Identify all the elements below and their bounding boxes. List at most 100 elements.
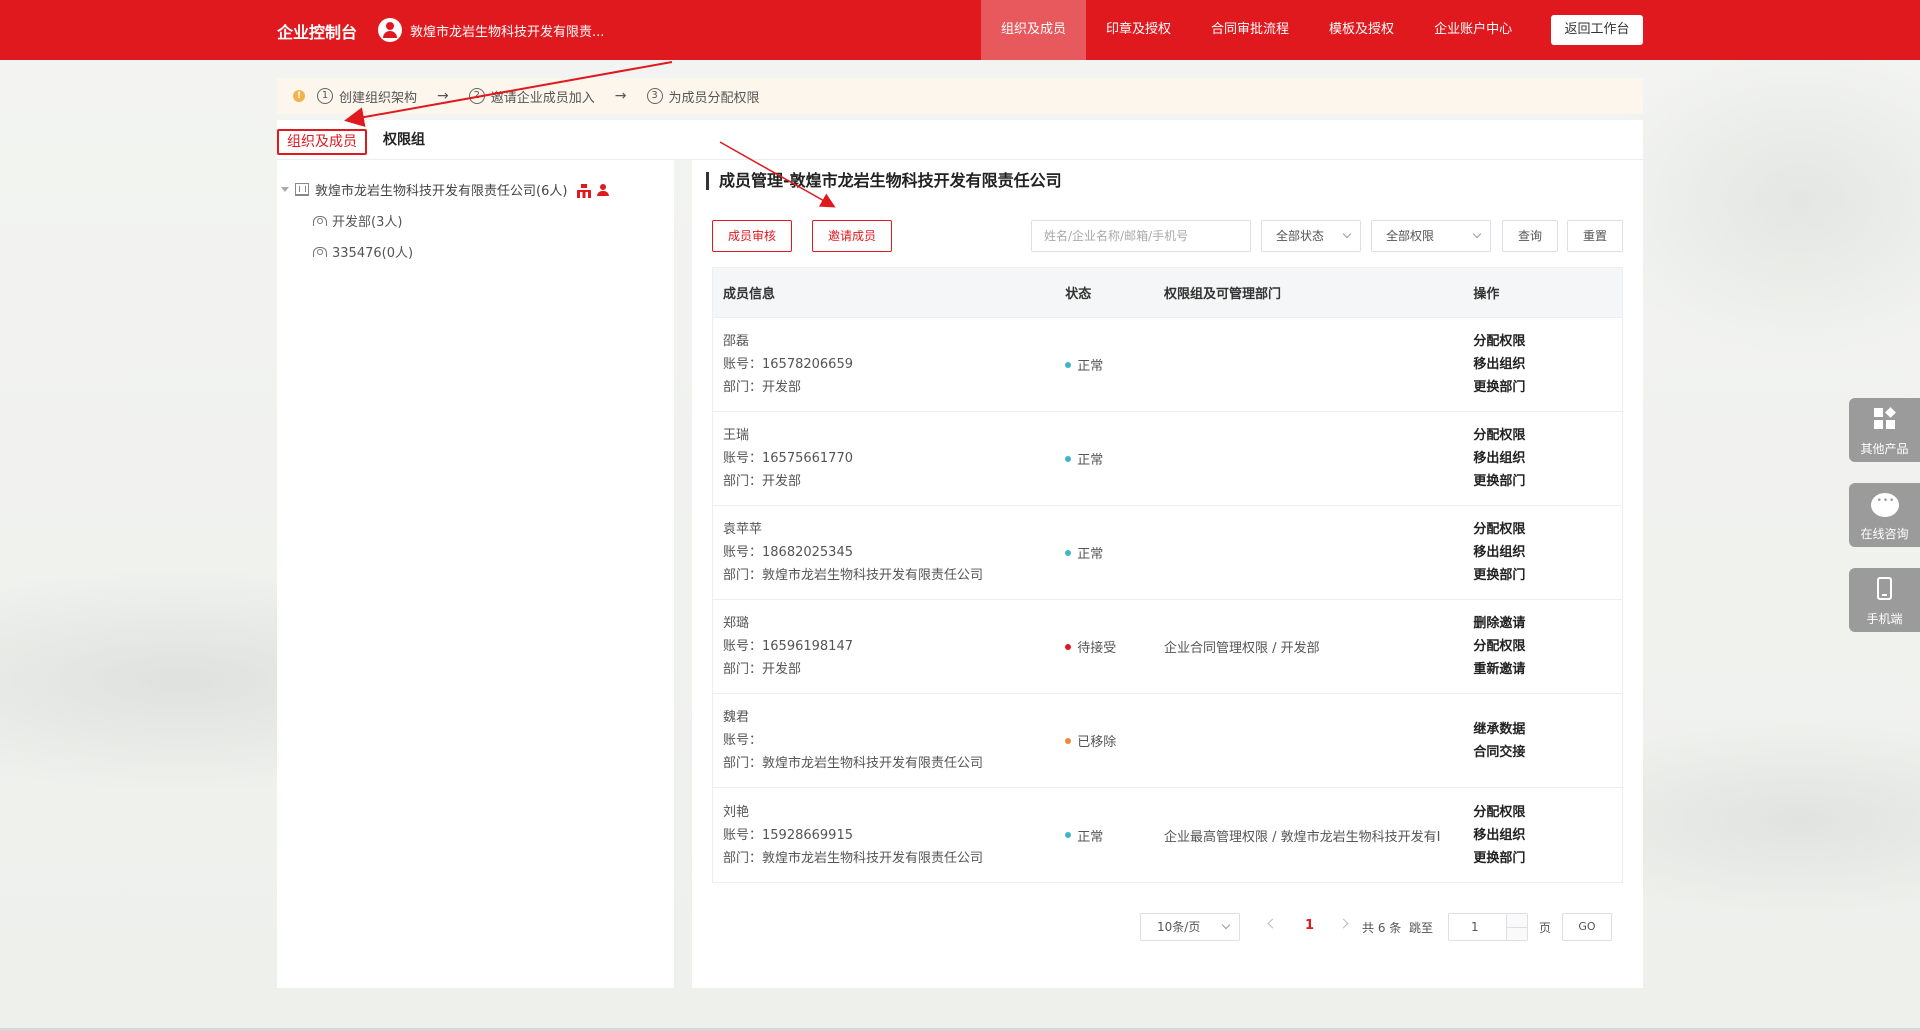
member-audit-button[interactable]: 成员审核 — [712, 220, 793, 252]
next-page-icon[interactable] — [1338, 918, 1349, 929]
page-title: 成员管理-敦煌市龙岩生物科技开发有限责任公司 — [706, 172, 1062, 190]
step-label: 邀请企业成员加入 — [490, 90, 595, 106]
building-icon — [295, 183, 309, 196]
status-text: 已移除 — [1077, 735, 1117, 750]
table-row: 刘艳 账号： 15928669915 部门： 敦煌市龙岩生物科技开发有限责任公司 正常 企业… — [713, 788, 1622, 882]
nav-org-members[interactable]: 组织及成员 — [981, 0, 1087, 60]
chevron-down-icon — [1221, 920, 1231, 930]
step-label: 创建组织架构 — [339, 90, 418, 106]
member-name: 刘艳 — [723, 804, 750, 820]
page-number-current[interactable]: 1 — [1305, 918, 1314, 933]
table-body: 邵磊 账号： 16578206659 部门： 开发部 正常 分配权限 移出组织 更换部门 王瑞 账号… — [713, 318, 1622, 882]
tree-node-dept[interactable]: 335476(0人) — [311, 242, 413, 261]
spin-down-icon[interactable] — [1506, 927, 1527, 940]
row-action-link[interactable]: 移出组织 — [1473, 824, 1622, 847]
status-text: 待接受 — [1077, 641, 1117, 656]
row-action-link[interactable]: 分配权限 — [1473, 635, 1622, 658]
row-action-link[interactable]: 分配权限 — [1473, 518, 1622, 541]
account-label: 账号： — [723, 733, 763, 748]
query-button[interactable]: 查询 — [1502, 220, 1558, 252]
column-header: 状态 — [1065, 287, 1092, 302]
row-action-link[interactable]: 更换部门 — [1473, 564, 1622, 587]
status-select-value: 全部状态 — [1276, 229, 1325, 243]
tree-node-label: 开发部(3人) — [332, 215, 403, 230]
invite-member-button[interactable]: 邀请成员 — [812, 220, 893, 252]
actions-cell: 分配权限 移出组织 更换部门 — [1473, 788, 1622, 882]
nav-contract-approval[interactable]: 合同审批流程 — [1191, 0, 1309, 60]
actions-cell: 分配权限 移出组织 更换部门 — [1473, 412, 1622, 505]
float-label: 手机端 — [1866, 612, 1903, 626]
tab-bar: 组织及成员 权限组 — [277, 120, 1643, 160]
table-row: 魏君 账号： 部门： 敦煌市龙岩生物科技开发有限责任公司 已移除 继承数据 合同交接 — [713, 694, 1622, 788]
user-icon[interactable] — [597, 183, 610, 196]
permission-cell — [1164, 412, 1473, 505]
row-action-link[interactable]: 更换部门 — [1473, 470, 1622, 493]
tree-node-label: 335476(0人) — [332, 246, 414, 261]
row-action-link[interactable]: 合同交接 — [1473, 741, 1622, 764]
account-value: 18682025345 — [762, 545, 853, 560]
dept-value: 敦煌市龙岩生物科技开发有限责任公司 — [762, 850, 984, 866]
row-action-link[interactable]: 移出组织 — [1473, 541, 1622, 564]
reset-button[interactable]: 重置 — [1567, 220, 1623, 252]
tab-permission-groups[interactable]: 权限组 — [375, 129, 433, 155]
member-name: 魏君 — [723, 710, 750, 725]
status-select[interactable]: 全部状态 — [1261, 220, 1361, 252]
org-chart-icon[interactable] — [577, 183, 592, 198]
row-action-link[interactable]: 分配权限 — [1473, 801, 1622, 824]
member-management-panel: 成员管理-敦煌市龙岩生物科技开发有限责任公司 成员审核 邀请成员 全部状态 全部… — [692, 160, 1643, 988]
actions-cell: 删除邀请 分配权限 重新邀请 — [1473, 600, 1622, 693]
tree-node-dept[interactable]: 开发部(3人) — [311, 211, 402, 230]
row-action-link[interactable]: 更换部门 — [1473, 847, 1622, 870]
dept-value: 开发部 — [762, 662, 802, 677]
nav-template-auth[interactable]: 模板及授权 — [1309, 0, 1414, 60]
float-label: 其他产品 — [1860, 442, 1909, 456]
company-switcher[interactable]: 敦煌市龙岩生物科技开发有限责... — [378, 18, 604, 42]
member-info-cell: 袁苹苹 账号： 18682025345 部门： 敦煌市龙岩生物科技开发有限责任公司 — [713, 506, 1065, 599]
other-products-button[interactable]: 其他产品 — [1849, 398, 1920, 462]
spin-up-icon[interactable] — [1506, 914, 1527, 927]
page-unit-label: 页 — [1539, 921, 1552, 935]
search-input[interactable] — [1031, 220, 1251, 252]
row-action-link[interactable]: 更换部门 — [1473, 376, 1622, 399]
permission-cell — [1164, 694, 1473, 787]
account-label: 账号： — [723, 357, 763, 372]
step-number: 3 — [646, 88, 663, 104]
brand-title[interactable]: 企业控制台 — [277, 19, 357, 43]
nav-seal-auth[interactable]: 印章及授权 — [1086, 0, 1191, 60]
caret-down-icon[interactable] — [281, 187, 289, 192]
phone-icon — [1877, 577, 1892, 600]
row-action-link[interactable]: 移出组织 — [1473, 353, 1622, 376]
step-1: 1 创建组织架构 — [317, 87, 417, 106]
back-to-workbench-button[interactable]: 返回工作台 — [1551, 15, 1643, 45]
prev-page-icon[interactable] — [1267, 918, 1278, 929]
group-icon — [311, 246, 327, 257]
status-dot-icon — [1065, 361, 1072, 368]
permission-text: 企业最高管理权限 / 敦煌市龙岩生物科技开发有I — [1164, 829, 1441, 845]
permission-select[interactable]: 全部权限 — [1371, 220, 1491, 252]
nav-account-center[interactable]: 企业账户中心 — [1414, 0, 1532, 60]
row-action-link[interactable]: 分配权限 — [1473, 330, 1622, 353]
dept-value: 敦煌市龙岩生物科技开发有限责任公司 — [762, 568, 984, 583]
tab-org-members[interactable]: 组织及成员 — [277, 129, 367, 155]
permission-text: 企业合同管理权限 / 开发部 — [1164, 641, 1320, 656]
tree-root-node[interactable]: 敦煌市龙岩生物科技开发有限责任公司(6人) — [279, 180, 610, 199]
permission-select-value: 全部权限 — [1386, 229, 1435, 243]
page-size-select[interactable]: 10条/页 — [1140, 913, 1240, 941]
dept-value: 开发部 — [762, 380, 802, 395]
row-action-link[interactable]: 重新邀请 — [1473, 658, 1622, 681]
row-action-link[interactable]: 继承数据 — [1473, 718, 1622, 741]
mobile-button[interactable]: 手机端 — [1849, 568, 1920, 632]
arrow-right-icon: → — [437, 88, 449, 104]
row-action-link[interactable]: 分配权限 — [1473, 424, 1622, 447]
row-action-link[interactable]: 移出组织 — [1473, 447, 1622, 470]
member-name: 王瑞 — [723, 428, 750, 443]
online-consult-button[interactable]: 在线咨询 — [1849, 483, 1920, 547]
dept-label: 部门： — [723, 756, 763, 771]
group-icon — [311, 215, 327, 226]
top-nav-bar: 企业控制台 敦煌市龙岩生物科技开发有限责... 组织及成员 印章及授权 合同审批… — [0, 0, 1920, 60]
go-button[interactable]: GO — [1562, 913, 1612, 941]
actions-cell: 继承数据 合同交接 — [1473, 694, 1622, 787]
table-row: 邵磊 账号： 16578206659 部门： 开发部 正常 分配权限 移出组织 更换部门 — [713, 318, 1622, 412]
dept-label: 部门： — [723, 380, 763, 395]
row-action-link[interactable]: 删除邀请 — [1473, 612, 1622, 635]
